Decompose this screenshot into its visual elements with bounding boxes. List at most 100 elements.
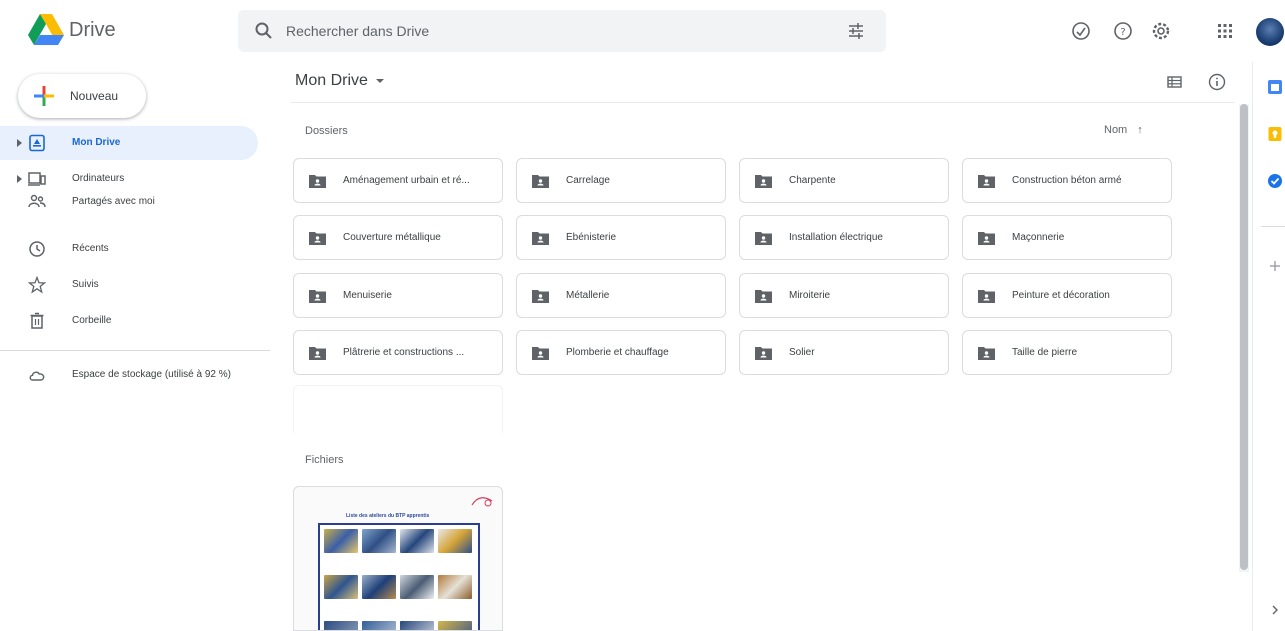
list-view-icon[interactable] — [1165, 72, 1185, 92]
shared-folder-icon — [532, 290, 549, 303]
folder-card[interactable]: Métallerie — [516, 273, 726, 318]
folder-name: Couverture métallique — [343, 232, 441, 243]
folder-name: Miroiterie — [789, 290, 831, 301]
folder-card[interactable]: Solier — [739, 330, 949, 375]
cloud-icon — [29, 371, 45, 381]
thumb-photo — [324, 575, 358, 599]
my-drive-icon — [29, 134, 45, 152]
main-content: Mon Drive Dossiers Nom ↑ Aménagement urba… — [275, 62, 1239, 631]
sidebar-item-starred[interactable]: Suivis — [0, 268, 258, 302]
thumb-photo — [438, 621, 472, 630]
sidebar-item-label: Partagés avec moi — [72, 196, 155, 207]
search-options-icon[interactable] — [846, 21, 866, 41]
folder-card[interactable]: Construction béton armé — [962, 158, 1172, 203]
thumb-photo — [438, 529, 472, 553]
folder-name: Solier — [789, 347, 815, 358]
folder-card[interactable]: Peinture et décoration — [962, 273, 1172, 318]
app-name[interactable]: Drive — [69, 19, 116, 42]
search-bar[interactable] — [238, 10, 886, 52]
shared-folder-icon — [978, 347, 995, 360]
shared-folder-icon — [755, 232, 772, 245]
empty-grid-slot — [293, 385, 503, 433]
folder-card[interactable]: Couverture métallique — [293, 215, 503, 260]
thumb-photo — [400, 529, 434, 553]
folder-name: Carrelage — [566, 175, 610, 186]
thumb-photo — [362, 529, 396, 553]
expand-arrow-icon[interactable] — [17, 175, 22, 183]
shared-folder-icon — [309, 290, 326, 303]
shared-folder-icon — [978, 232, 995, 245]
folder-card[interactable]: Plâtrerie et constructions ... — [293, 330, 503, 375]
account-avatar[interactable] — [1256, 18, 1284, 46]
folder-card[interactable]: Maçonnerie — [962, 215, 1172, 260]
folder-name: Ébénisterie — [566, 232, 617, 243]
new-button[interactable]: Nouveau — [18, 74, 146, 118]
sidebar-item-my-drive[interactable]: Mon Drive — [0, 126, 258, 160]
folder-card[interactable]: Ébénisterie — [516, 215, 726, 260]
folder-name: Charpente — [789, 175, 836, 186]
arrow-up-icon: ↑ — [1137, 124, 1143, 136]
scrollbar-thumb[interactable] — [1240, 104, 1248, 570]
offline-status-icon[interactable] — [1070, 20, 1092, 42]
folder-card[interactable]: Carrelage — [516, 158, 726, 203]
sidebar-item-recent[interactable]: Récents — [0, 232, 258, 266]
sidebar-item-label: Ordinateurs — [72, 173, 125, 184]
thumb-photo — [362, 575, 396, 599]
sidebar-item-label: Corbeille — [72, 315, 112, 326]
main-scrollbar[interactable] — [1239, 104, 1249, 572]
sidebar-item-shared[interactable]: Partagés avec moi — [0, 185, 258, 219]
plus-icon — [34, 86, 54, 106]
apps-grid-icon[interactable] — [1214, 20, 1236, 42]
settings-gear-icon[interactable] — [1150, 20, 1172, 42]
star-icon — [28, 276, 46, 294]
sort-button[interactable]: Nom ↑ — [1104, 124, 1143, 136]
folder-name: Peinture et décoration — [1012, 290, 1110, 301]
trash-icon — [30, 312, 44, 329]
folder-card[interactable]: Aménagement urbain et ré... — [293, 158, 503, 203]
page-title: Mon Drive — [295, 72, 368, 89]
search-icon[interactable] — [254, 21, 274, 41]
top-header: Drive ? — [0, 0, 1285, 62]
shared-icon — [28, 194, 46, 208]
shared-folder-icon — [532, 232, 549, 245]
folders-section-label: Dossiers — [305, 125, 348, 137]
shared-folder-icon — [532, 347, 549, 360]
shared-folder-icon — [309, 175, 326, 188]
thumb-photo — [438, 575, 472, 599]
location-dropdown[interactable]: Mon Drive — [295, 72, 384, 90]
expand-arrow-icon[interactable] — [17, 139, 22, 147]
keep-icon[interactable] — [1267, 126, 1283, 142]
folder-card[interactable]: Plomberie et chauffage — [516, 330, 726, 375]
search-input[interactable] — [286, 20, 806, 42]
shared-folder-icon — [755, 290, 772, 303]
drive-logo-icon[interactable] — [28, 14, 64, 46]
sidebar-item-label: Récents — [72, 243, 109, 254]
folder-card[interactable]: Miroiterie — [739, 273, 949, 318]
folder-card[interactable]: Taille de pierre — [962, 330, 1172, 375]
info-icon[interactable] — [1207, 72, 1227, 92]
sidebar-divider — [0, 350, 270, 351]
folder-name: Maçonnerie — [1012, 232, 1065, 243]
file-thumbnail-card[interactable]: Liste des ateliers du BTP apprentis — [293, 486, 503, 631]
side-panel — [1252, 62, 1285, 631]
shared-folder-icon — [978, 175, 995, 188]
sort-label: Nom — [1104, 124, 1128, 136]
folder-name: Construction béton armé — [1012, 175, 1122, 186]
folder-card[interactable]: Installation électrique — [739, 215, 949, 260]
shared-folder-icon — [532, 175, 549, 188]
folder-name: Aménagement urbain et ré... — [343, 175, 470, 186]
folder-name: Plomberie et chauffage — [566, 347, 669, 358]
folder-card[interactable]: Menuiserie — [293, 273, 503, 318]
sidebar-item-storage[interactable]: Espace de stockage (utilisé à 92 %) — [0, 358, 258, 392]
calendar-icon[interactable] — [1267, 79, 1283, 95]
side-panel-divider — [1261, 226, 1285, 227]
sidebar-item-trash[interactable]: Corbeille — [0, 304, 258, 338]
add-icon[interactable] — [1267, 258, 1283, 274]
help-icon[interactable]: ? — [1112, 20, 1134, 42]
tasks-icon[interactable] — [1267, 173, 1283, 189]
folder-card[interactable]: Charpente — [739, 158, 949, 203]
sidebar-item-label: Suivis — [72, 279, 99, 290]
shared-folder-icon — [309, 347, 326, 360]
thumb-photo — [362, 621, 396, 630]
chevron-right-icon[interactable] — [1267, 602, 1283, 618]
